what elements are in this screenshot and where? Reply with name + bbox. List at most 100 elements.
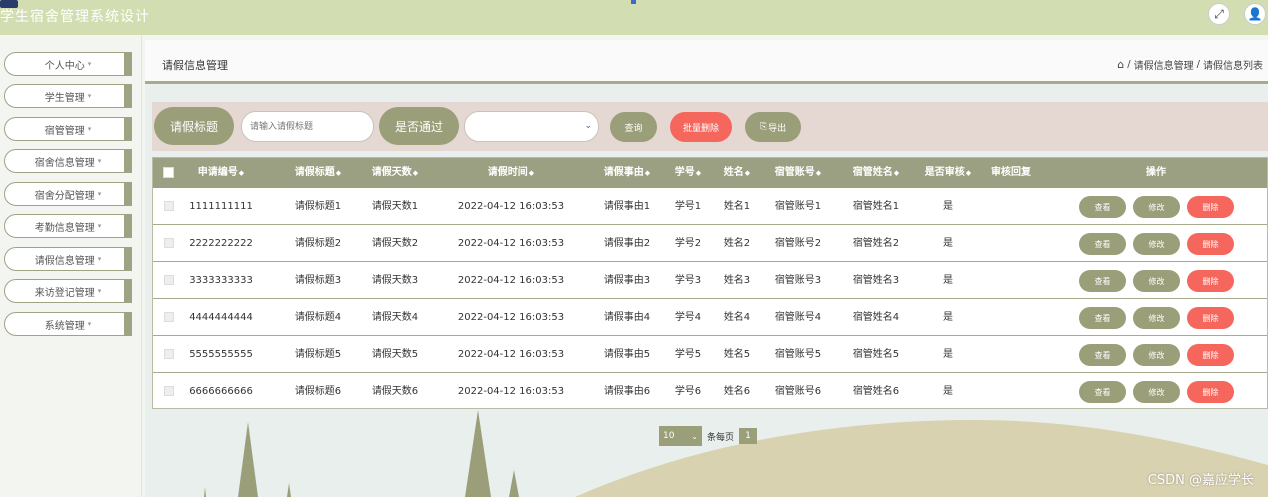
cell-reviewed: 是: [943, 238, 953, 249]
edit-button[interactable]: 修改: [1133, 233, 1180, 255]
delete-button[interactable]: 删除: [1187, 307, 1234, 329]
table-row: 5555555555 请假标题5 请假天数5 2022-04-12 16:03:53 请…: [153, 336, 1267, 373]
cell-name: 姓名2: [723, 238, 751, 249]
view-button[interactable]: 查看: [1079, 196, 1126, 218]
cell-id: 5555555555: [189, 349, 253, 360]
cell-title: 请假标题2: [294, 238, 342, 249]
sidebar-item[interactable]: 宿舍分配管理 ▾: [4, 182, 132, 206]
row-checkbox[interactable]: [164, 275, 174, 285]
sidebar-item[interactable]: 来访登记管理 ▾: [4, 279, 132, 303]
cell-id: 2222222222: [189, 238, 253, 249]
column-header[interactable]: 请假事由◆: [587, 158, 667, 188]
fullscreen-icon[interactable]: ⤢: [1208, 3, 1230, 25]
view-button[interactable]: 查看: [1079, 344, 1126, 366]
row-checkbox[interactable]: [164, 238, 174, 248]
sidebar-item-label: 宿舍信息管理: [34, 157, 95, 169]
cell-admin-account: 宿管账号3: [774, 275, 822, 286]
view-button[interactable]: 查看: [1079, 270, 1126, 292]
cell-days: 请假天数3: [371, 275, 419, 286]
cell-reason: 请假事由2: [603, 238, 651, 249]
select-all-checkbox[interactable]: [163, 167, 174, 178]
edit-button[interactable]: 修改: [1133, 196, 1180, 218]
table-row: 3333333333 请假标题3 请假天数3 2022-04-12 16:03:53 请…: [153, 262, 1267, 299]
caret-down-icon: ▾: [97, 157, 102, 165]
cell-reviewed: 是: [943, 312, 953, 323]
sort-icon[interactable]: ◆: [816, 169, 821, 177]
cell-title: 请假标题1: [294, 201, 342, 212]
delete-button[interactable]: 删除: [1187, 344, 1234, 366]
row-checkbox[interactable]: [164, 312, 174, 322]
cell-admin-account: 宿管账号4: [774, 312, 822, 323]
sidebar-item[interactable]: 请假信息管理 ▾: [4, 247, 132, 271]
sidebar-item[interactable]: 宿舍信息管理 ▾: [4, 149, 132, 173]
column-header-label: 是否审核: [924, 167, 965, 178]
page-size-value: 10: [663, 431, 675, 441]
delete-button[interactable]: 删除: [1187, 196, 1234, 218]
breadcrumb-item-1[interactable]: 请假信息管理: [1134, 57, 1194, 72]
column-header[interactable]: 姓名◆: [717, 158, 757, 188]
row-checkbox[interactable]: [164, 386, 174, 396]
sidebar-item-label: 请假信息管理: [34, 255, 95, 267]
sort-icon[interactable]: ◆: [696, 169, 701, 177]
edit-button[interactable]: 修改: [1133, 270, 1180, 292]
sort-icon[interactable]: ◆: [966, 169, 971, 177]
pass-select[interactable]: ⌄: [464, 111, 599, 142]
tree-shape: [204, 487, 206, 497]
sort-icon[interactable]: ◆: [239, 169, 244, 177]
tree-shape: [465, 410, 491, 497]
delete-button[interactable]: 删除: [1187, 233, 1234, 255]
sidebar-item[interactable]: 学生管理 ▾: [4, 84, 132, 108]
edit-button[interactable]: 修改: [1133, 344, 1180, 366]
page-header: 请假信息管理 ⌂ / 请假信息管理 / 请假信息列表: [145, 40, 1268, 84]
cell-time: 2022-04-12 16:03:53: [457, 349, 565, 360]
batch-delete-button[interactable]: 批量删除: [670, 112, 732, 142]
sort-icon[interactable]: ◆: [529, 169, 534, 177]
cell-reply: [981, 188, 1041, 225]
row-checkbox[interactable]: [164, 201, 174, 211]
sidebar-item[interactable]: 宿管管理 ▾: [4, 117, 132, 141]
home-icon[interactable]: ⌂: [1117, 58, 1124, 71]
cell-name: 姓名5: [723, 349, 751, 360]
column-header[interactable]: 请假时间◆: [446, 158, 576, 188]
pagination: 10 ⌄ 条每页 1: [659, 426, 758, 446]
column-header[interactable]: 申请编号◆: [176, 158, 266, 188]
sidebar-item-label: 宿管管理: [44, 125, 85, 137]
column-header-label: 学号: [674, 167, 695, 178]
caret-down-icon: ▾: [87, 60, 92, 68]
column-header[interactable]: 宿管姓名◆: [841, 158, 911, 188]
cell-days: 请假天数5: [371, 349, 419, 360]
view-button[interactable]: 查看: [1079, 233, 1126, 255]
cell-time: 2022-04-12 16:03:53: [457, 238, 565, 249]
search-bar: 请假标题 是否通过 ⌄ 查询 批量删除 ⎘ 导出: [152, 102, 1268, 151]
user-icon[interactable]: 👤: [1244, 3, 1266, 25]
query-button[interactable]: 查询: [610, 112, 657, 142]
sort-icon[interactable]: ◆: [336, 169, 341, 177]
edit-button[interactable]: 修改: [1133, 307, 1180, 329]
cell-admin-name: 宿管姓名5: [852, 349, 900, 360]
sort-icon[interactable]: ◆: [745, 169, 750, 177]
delete-button[interactable]: 删除: [1187, 270, 1234, 292]
cell-admin-name: 宿管姓名3: [852, 275, 900, 286]
column-header[interactable]: 学号◆: [668, 158, 708, 188]
sidebar-item[interactable]: 考勤信息管理 ▾: [4, 214, 132, 238]
column-header-label: 申请编号: [197, 167, 238, 178]
sidebar-item[interactable]: 系统管理 ▾: [4, 312, 132, 336]
page-button-1[interactable]: 1: [739, 428, 758, 444]
table-row: 1111111111 请假标题1 请假天数1 2022-04-12 16:03:53 请…: [153, 188, 1267, 225]
sort-icon[interactable]: ◆: [645, 169, 650, 177]
page-size-select[interactable]: 10 ⌄: [659, 426, 702, 446]
view-button[interactable]: 查看: [1079, 307, 1126, 329]
title-search-input[interactable]: [241, 111, 374, 142]
app-title: 学生宿舍管理系统设计: [0, 9, 150, 25]
export-button[interactable]: ⎘ 导出: [745, 112, 801, 142]
sort-icon[interactable]: ◆: [894, 169, 899, 177]
cell-time: 2022-04-12 16:03:53: [457, 312, 565, 323]
column-header[interactable]: 是否审核◆: [923, 158, 973, 188]
sidebar-item[interactable]: 个人中心 ▾: [4, 52, 132, 76]
column-header[interactable]: 宿管账号◆: [763, 158, 833, 188]
row-checkbox[interactable]: [164, 349, 174, 359]
sort-icon[interactable]: ◆: [413, 169, 418, 177]
column-header[interactable]: 请假标题◆: [278, 158, 358, 188]
column-header[interactable]: 请假天数◆: [360, 158, 430, 188]
export-label: 导出: [768, 123, 787, 134]
